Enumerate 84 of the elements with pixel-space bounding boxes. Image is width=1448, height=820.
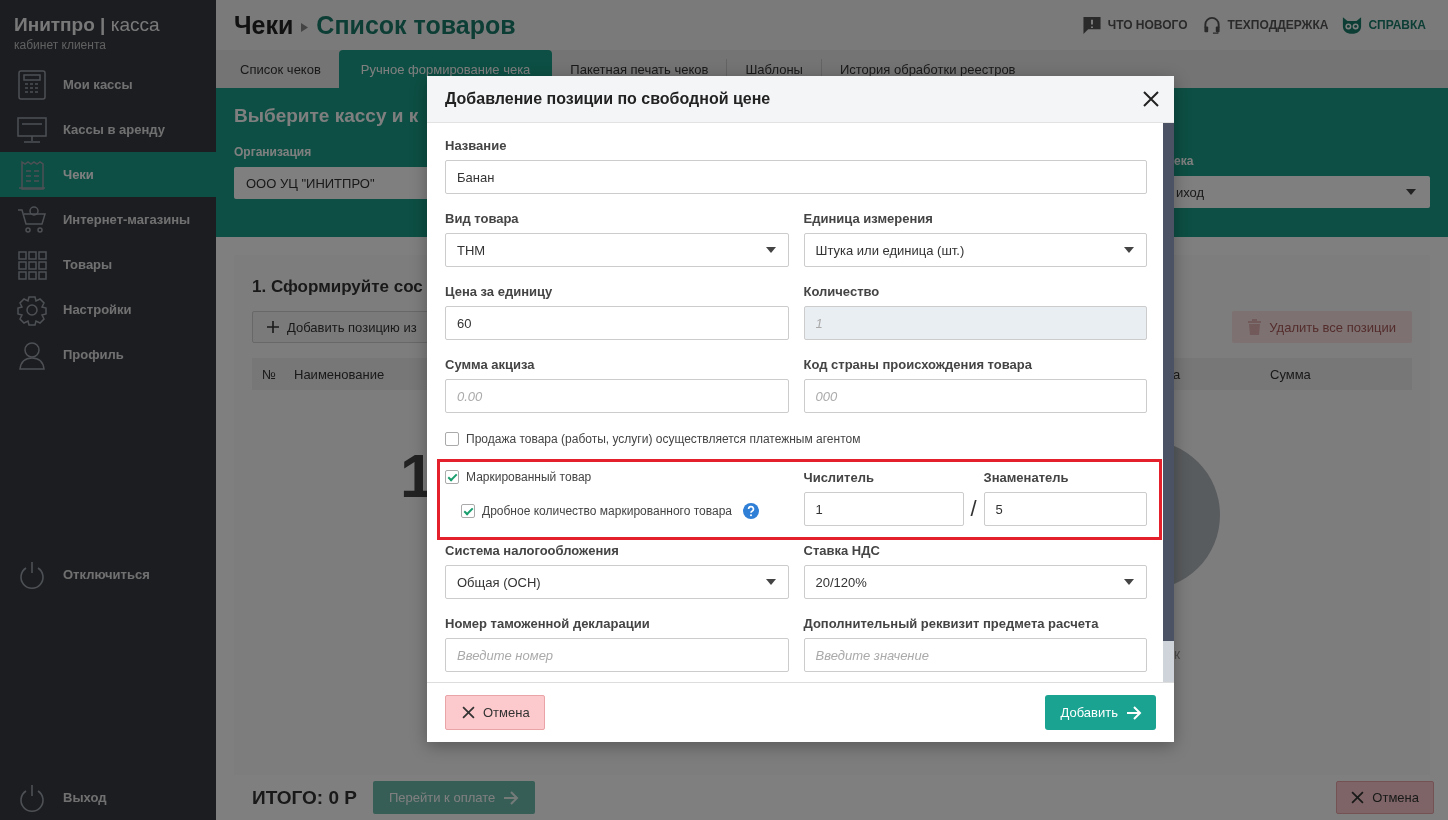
checkbox[interactable]: [445, 470, 459, 484]
field-label: Ставка НДС: [803, 542, 881, 560]
close-icon: [462, 706, 475, 719]
column-header: Наименование: [294, 366, 385, 382]
caret-icon: [765, 579, 776, 585]
scrollbar[interactable]: [1163, 123, 1174, 682]
grid-icon: [16, 248, 48, 281]
sidebar-item[interactable]: Выход: [0, 775, 216, 820]
section-title: 1. Сформируйте сос: [252, 277, 423, 297]
caret-icon: [1124, 579, 1134, 585]
field-label: Дополнительный реквизит предмета расчета: [803, 615, 1100, 633]
field-label: Вид товара: [445, 210, 520, 228]
field-label: Цена за единицу: [445, 283, 554, 301]
column-header: Сумма: [1270, 366, 1311, 382]
checkbox-label: Продажа товара (работы, услуги) осуществляется платежным агентом: [466, 432, 861, 446]
add-button[interactable]: Добавить: [1044, 695, 1156, 730]
checkbox-label: Маркированный товар: [466, 470, 592, 484]
sidebar-item[interactable]: Профиль: [0, 332, 216, 377]
field-label: Система налогообложения: [445, 542, 620, 560]
page-title: Список товаров: [316, 10, 516, 40]
cancel-button[interactable]: Отмена: [1336, 781, 1434, 814]
dialog-title: Добавление позиции по свободной цене: [445, 90, 771, 108]
receipt-icon: [16, 158, 48, 191]
checkbox[interactable]: [445, 432, 459, 446]
dropdown[interactable]: ТНМ: [445, 233, 789, 267]
owl-icon: [1342, 15, 1363, 35]
text-field[interactable]: 000: [803, 379, 1147, 413]
logo: Инитпро | касса: [13, 13, 160, 36]
help-icon[interactable]: [743, 503, 759, 519]
caret-icon: [1124, 247, 1134, 253]
header-link[interactable]: СПРАВКА: [1342, 15, 1426, 35]
field-label: Организация: [234, 145, 312, 161]
plus-icon: [267, 321, 279, 333]
header-link[interactable]: ЧТО НОВОГО: [1081, 15, 1188, 35]
sidebar-item[interactable]: Мои кассы: [0, 62, 216, 107]
field-label: Код страны происхождения товара: [803, 356, 1033, 374]
checkbox-label: Дробное количество маркированного товара: [482, 504, 732, 518]
headset-icon: [1201, 15, 1222, 35]
sidebar-item[interactable]: Настройки: [0, 287, 216, 332]
field-label: ека: [1173, 154, 1195, 170]
caret-icon: [1406, 189, 1416, 195]
text-field[interactable]: Введите значение: [803, 638, 1147, 672]
field-label: Знаменатель: [983, 469, 1070, 487]
column-header: №: [262, 366, 276, 382]
text-field[interactable]: 0.00: [445, 379, 789, 413]
field-label: Единица измерения: [803, 210, 934, 228]
caret-icon: [765, 247, 776, 253]
logo-subtitle: кабинет клиента: [13, 37, 106, 52]
cash-register-icon: [16, 68, 48, 101]
arrow-right-icon: [503, 790, 520, 805]
sidebar-item[interactable]: Отключиться: [0, 552, 216, 597]
field-label: Числитель: [803, 469, 875, 487]
close-icon: [1351, 791, 1365, 804]
close-button[interactable]: [1142, 90, 1160, 108]
sidebar-item[interactable]: Товары: [0, 242, 216, 287]
checkbox[interactable]: [461, 504, 475, 518]
text-field[interactable]: Банан: [445, 160, 1147, 194]
header-link[interactable]: ТЕХПОДДЕРЖКА: [1201, 15, 1329, 35]
section-title: Выберите кассу и к: [234, 104, 419, 128]
field-label: Количество: [803, 283, 881, 301]
arrow-right-icon: [1126, 705, 1142, 720]
dropdown[interactable]: Общая (ОСН): [445, 565, 789, 599]
sidebar-item[interactable]: Кассы в аренду: [0, 107, 216, 152]
text-field[interactable]: Введите номер: [445, 638, 789, 672]
cart-icon: [16, 203, 48, 236]
settings-icon: [16, 293, 48, 326]
field-label: Сумма акциза: [445, 356, 536, 374]
field-label: Номер таможенной декларации: [445, 615, 651, 633]
sidebar-item[interactable]: Интернет-магазины: [0, 197, 216, 242]
field-label: Название: [445, 137, 508, 155]
message-icon: [1081, 15, 1102, 35]
text-field[interactable]: 5: [983, 492, 1147, 526]
cancel-button[interactable]: Отмена: [445, 695, 545, 730]
text-field[interactable]: 60: [445, 306, 789, 340]
sidebar-item[interactable]: Чеки: [0, 152, 216, 197]
column-header: а: [1173, 366, 1181, 382]
dropdown[interactable]: Штука или единица (шт.): [803, 233, 1147, 267]
breadcrumb-link[interactable]: Чеки: [234, 10, 294, 40]
text-field[interactable]: 1: [803, 492, 964, 526]
dropdown[interactable]: 20/120%: [803, 565, 1147, 599]
fraction-separator: /: [969, 496, 978, 522]
total-amount: ИТОГО: 0 Р: [252, 786, 357, 809]
chevron-icon: [301, 22, 309, 32]
tab[interactable]: Список чеков: [222, 50, 339, 88]
